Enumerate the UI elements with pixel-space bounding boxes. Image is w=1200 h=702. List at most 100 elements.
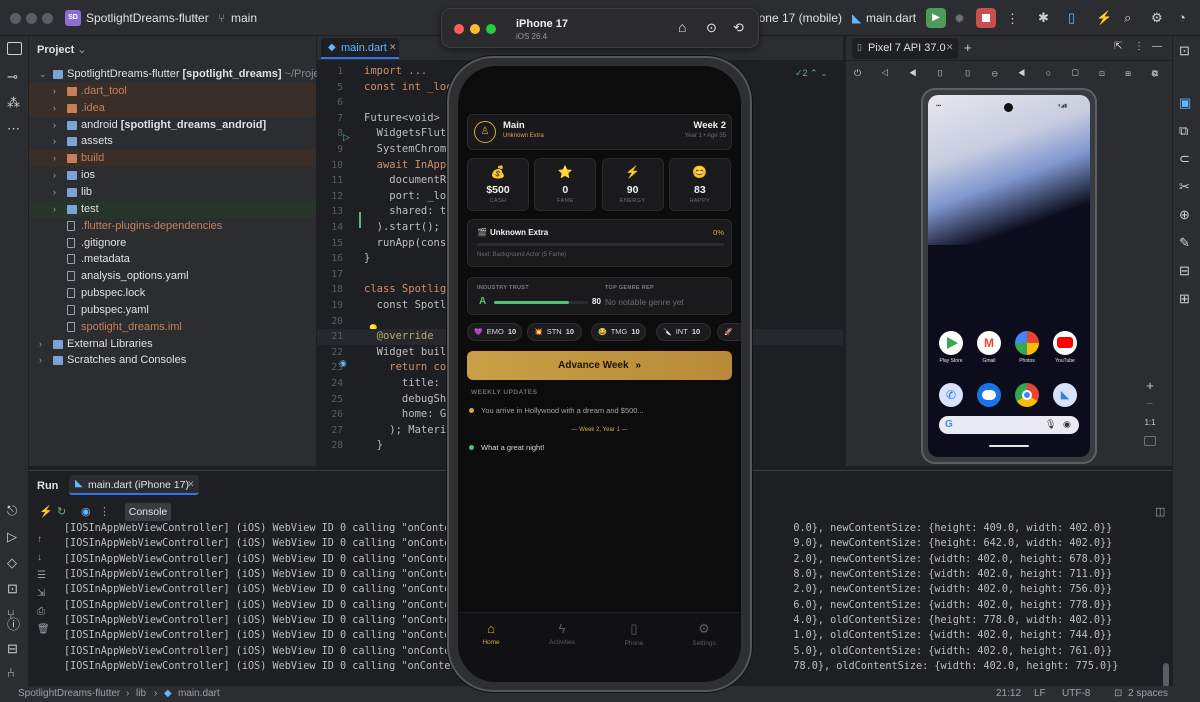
home-icon[interactable]: ⌂ [678, 19, 686, 35]
breadcrumb-file[interactable]: main.dart [178, 688, 220, 699]
encoding[interactable]: UTF-8 [1062, 688, 1090, 699]
profile-header[interactable]: ♙ Main Unknown Extra Week 2 Year 1 • Age… [467, 114, 732, 150]
line-ending[interactable]: LF [1034, 688, 1046, 699]
chevron-right-icon[interactable]: › [53, 150, 56, 167]
lens-icon[interactable]: ◉ [1063, 419, 1071, 430]
chevron-right-icon[interactable]: › [53, 83, 56, 100]
nav-settings[interactable]: ⚙ Settings [674, 621, 734, 647]
skill-chip[interactable]: 🔪 INT 10 [656, 323, 711, 341]
skill-chip[interactable]: 💥 STN 10 [527, 323, 582, 341]
tree-item[interactable]: › android [spotlight_dreams_android] [29, 117, 316, 134]
more-icon[interactable]: ⋯ [7, 122, 20, 135]
tree-item[interactable]: .metadata [29, 251, 316, 268]
nav-activities[interactable]: ϟ Activities [532, 621, 592, 646]
pencil-icon[interactable]: ✎ [1179, 236, 1190, 249]
zoom-out-button[interactable]: − [1140, 398, 1160, 414]
devtools-icon[interactable]: ◉ [81, 505, 91, 518]
chrome-app[interactable] [1015, 383, 1039, 407]
project-name-dropdown[interactable]: SpotlightDreams-flutter [86, 11, 209, 25]
gmail-app[interactable]: M [977, 331, 1001, 355]
run-tab[interactable]: ◣ main.dart (iPhone 17) ✕ [69, 475, 199, 495]
tree-item[interactable]: pubspec.lock [29, 285, 316, 302]
run-tool-icon[interactable]: ▷ [7, 530, 17, 543]
lock-icon[interactable]: ⊡ [1114, 688, 1122, 699]
tab-main-dart[interactable]: ◆ main.dart ✕ [321, 38, 399, 59]
link-icon[interactable]: ⊂ [1179, 152, 1190, 165]
tree-item[interactable]: analysis_options.yaml [29, 268, 316, 285]
career-card[interactable]: 🎬 Unknown Extra 0% Next: Background Acto… [467, 219, 732, 267]
photos-app[interactable] [1015, 331, 1039, 355]
run-side-toolbar[interactable]: ↑ ↓ ☰ ⇲ ⎙ 🗑 [37, 531, 50, 639]
minimize-icon[interactable]: — [1152, 41, 1162, 52]
advance-week-button[interactable]: Advance Week » [467, 351, 732, 380]
nav-phone[interactable]: ▯ Phone [604, 621, 664, 647]
layout-icon[interactable]: ⊞ [1179, 292, 1190, 305]
device-mirror-icon[interactable]: ⧉ [1179, 124, 1188, 137]
tree-item[interactable]: › .idea [29, 99, 316, 117]
android-icon[interactable]: ⊕ [1179, 208, 1190, 221]
nav-home[interactable]: ⌂ Home [461, 621, 521, 646]
tree-item[interactable]: › External Libraries [29, 336, 316, 353]
chevron-down-icon[interactable]: ⌄ [39, 66, 47, 83]
gear-icon[interactable]: ⚙ [1151, 11, 1163, 24]
tree-item[interactable]: .flutter-plugins-dependencies [29, 218, 316, 235]
run-config-dropdown[interactable]: main.dart [866, 11, 916, 25]
hot-restart-icon[interactable]: ↻ [57, 505, 66, 518]
terminal-icon[interactable]: ⊟ [7, 642, 18, 655]
tree-item[interactable]: › ios [29, 167, 316, 184]
branch-dropdown[interactable]: main [231, 11, 257, 25]
add-tab-icon[interactable]: + [964, 40, 972, 55]
account-icon[interactable]: ◔ [1178, 11, 1186, 24]
vcs-icon[interactable]: ⑃ [7, 666, 15, 679]
tree-item[interactable]: spotlight_dreams.iml [29, 319, 316, 336]
structure-icon[interactable]: ⁂ [7, 96, 20, 109]
google-search-bar[interactable]: G 🎙 ◉ [939, 416, 1079, 434]
hot-reload-icon[interactable]: ⚡ [1096, 11, 1112, 24]
stop-button[interactable] [976, 8, 996, 28]
chevron-right-icon[interactable]: › [53, 100, 56, 117]
phone-app[interactable]: ✆ [939, 383, 963, 407]
close-window-button[interactable] [454, 24, 464, 34]
external-icon[interactable]: ⇱ [1114, 41, 1122, 52]
zoom-actual-button[interactable]: 1:1 [1140, 418, 1160, 427]
fit-screen-icon[interactable] [1144, 436, 1156, 446]
screenshot-icon[interactable]: ⊙ [706, 20, 717, 36]
console-tab[interactable]: Console [125, 503, 171, 521]
problems-icon[interactable]: ⓘ [7, 618, 20, 631]
chevron-right-icon[interactable]: › [53, 133, 56, 150]
tree-item[interactable]: › lib [29, 184, 316, 201]
tree-item[interactable]: › test [29, 200, 316, 218]
android-screen[interactable]: ▪▪▪ ▾◢▮ M Play Store Gmail Photos YouTub… [928, 95, 1090, 457]
close-window-button[interactable] [10, 13, 21, 24]
search-icon[interactable]: ⌕ [1124, 11, 1131, 24]
run-button[interactable]: ▶ [926, 8, 946, 28]
layout-toggle-icon[interactable]: ◫ [1155, 505, 1165, 518]
tree-item[interactable]: › build [29, 150, 316, 168]
iphone-screen[interactable]: ♙ Main Unknown Extra Week 2 Year 1 • Age… [458, 66, 741, 682]
device-manager-icon[interactable]: ▯ [1068, 11, 1075, 24]
close-tab-icon[interactable]: ✕ [389, 42, 397, 53]
book-icon[interactable]: ⊡ [7, 582, 18, 595]
diamond-icon[interactable]: ◇ [7, 556, 17, 569]
bug-icon[interactable]: ✱ [1038, 11, 1049, 24]
tree-item[interactable]: › .dart_tool [29, 82, 316, 100]
zoom-window-button[interactable] [42, 13, 53, 24]
notifications-icon[interactable]: ⊡ [1179, 44, 1190, 57]
mic-icon[interactable]: 🎙 [1045, 419, 1056, 430]
screen-record-icon[interactable]: ⧉ [1152, 68, 1158, 79]
chevron-right-icon[interactable]: › [53, 167, 56, 184]
zoom-in-button[interactable]: + [1140, 378, 1160, 396]
project-tool-icon[interactable] [7, 42, 22, 55]
running-devices-icon[interactable]: ▣ [1179, 96, 1191, 109]
tree-item[interactable]: ⌄ SpotlightDreams-flutter [spotlight_dream… [29, 66, 352, 83]
project-panel-title[interactable]: Project ⌄ [37, 43, 87, 56]
zoom-window-button[interactable] [486, 24, 496, 34]
tree-item[interactable]: pubspec.yaml [29, 302, 316, 319]
breadcrumb-folder[interactable]: lib [136, 688, 146, 699]
play-store-app[interactable] [939, 331, 963, 355]
inspector-icon[interactable]: ⊟ [1179, 264, 1190, 277]
debug-icon[interactable]: ✹ [954, 12, 965, 25]
chevron-right-icon[interactable]: › [53, 201, 56, 218]
flutter-app[interactable]: ◣ [1053, 383, 1077, 407]
tree-item[interactable]: › Scratches and Consoles [29, 352, 316, 369]
